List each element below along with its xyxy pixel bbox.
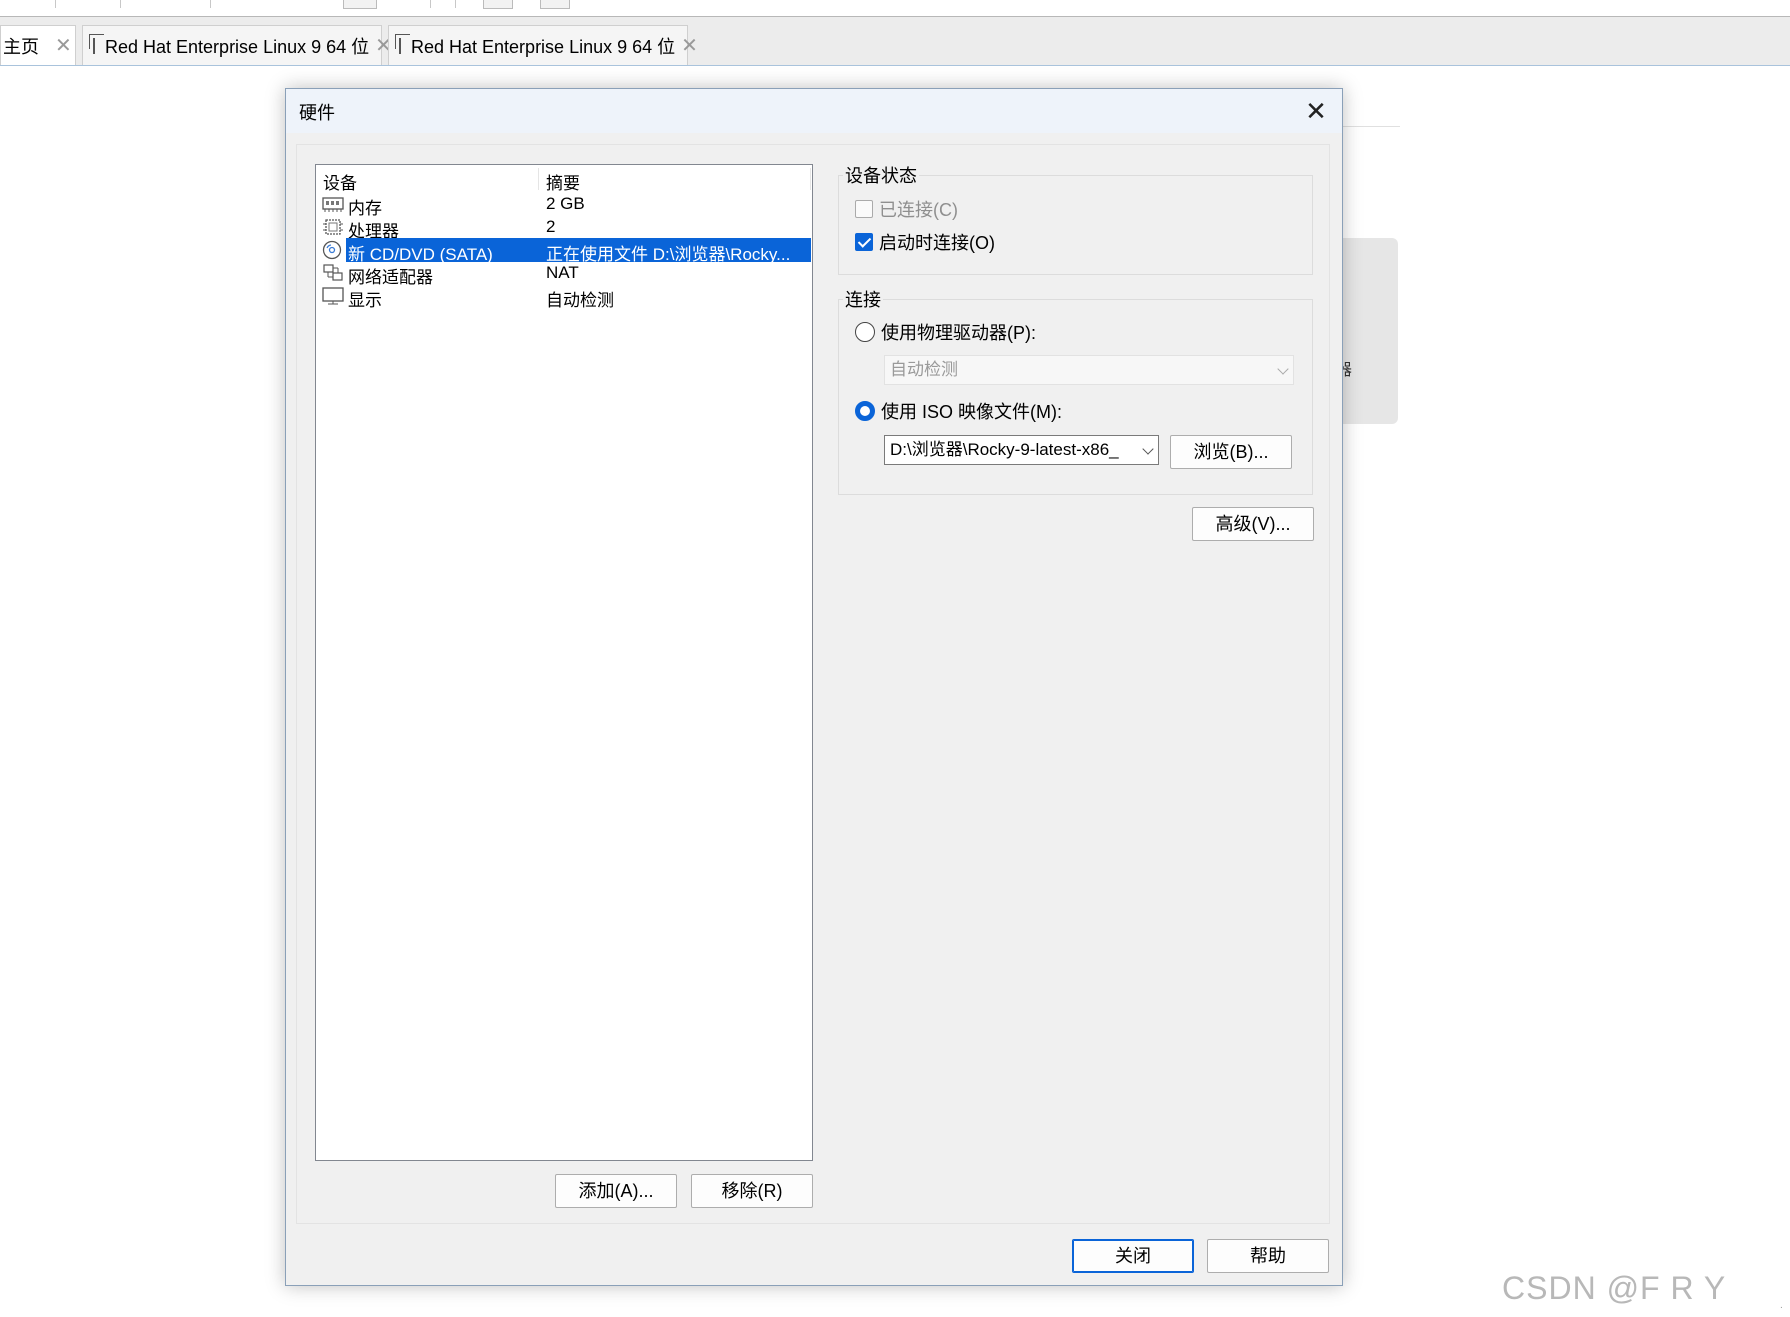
column-divider[interactable] — [810, 168, 811, 190]
display-icon — [322, 287, 344, 305]
chevron-down-icon[interactable] — [1142, 443, 1154, 455]
vm-tab-icon — [395, 33, 410, 54]
close-button[interactable]: 关闭 — [1072, 1239, 1194, 1273]
toolbar-separator — [55, 0, 56, 8]
connect-at-power-on-label: 启动时连接(O) — [879, 233, 995, 253]
dialog-close-icon[interactable]: ✕ — [1300, 95, 1332, 127]
iso-image-radio[interactable]: 使用 ISO 映像文件(M): — [855, 398, 1062, 424]
tab-label: 主页 — [3, 36, 39, 57]
remove-device-button[interactable]: 移除(R) — [691, 1174, 813, 1208]
tab-close-icon[interactable]: ✕ — [681, 33, 698, 58]
tab-label: Red Hat Enterprise Linux 9 64 位 — [411, 36, 676, 57]
device-summary: 2 GB — [546, 194, 585, 213]
dialog-titlebar: 硬件 ✕ — [286, 89, 1342, 133]
device-row-processor[interactable]: 处理器 2 — [318, 215, 810, 241]
network-adapter-icon — [323, 264, 343, 281]
radio-circle[interactable] — [855, 322, 875, 342]
column-header-device[interactable]: 设备 — [323, 169, 357, 194]
device-summary: 2 — [546, 217, 556, 236]
toolbar-separator — [430, 0, 431, 8]
connection-title: 连接 — [843, 286, 883, 312]
cpu-icon — [323, 219, 343, 235]
tab-vm-1[interactable]: Red Hat Enterprise Linux 9 64 位 ✕ — [82, 25, 392, 65]
physical-drive-select[interactable]: 自动检测 — [884, 355, 1294, 385]
device-row-display[interactable]: 显示 自动检测 — [318, 284, 810, 310]
add-device-button[interactable]: 添加(A)... — [555, 1174, 677, 1208]
device-row-network-adapter[interactable]: 网络适配器 NAT — [318, 261, 810, 287]
toolbar-separator — [210, 0, 211, 8]
iso-path-combobox[interactable]: D:\浏览器\Rocky-9-latest-x86_ — [884, 435, 1159, 465]
watermark: CSDN @F R Y — [1502, 1270, 1727, 1306]
physical-drive-select-value: 自动检测 — [890, 360, 958, 379]
browse-button[interactable]: 浏览(B)... — [1170, 435, 1292, 469]
tab-home[interactable]: 主页 ✕ — [0, 25, 76, 65]
cd-dvd-icon — [322, 240, 342, 260]
iso-path-value: D:\浏览器\Rocky-9-latest-x86_ — [890, 440, 1119, 459]
toolbar-separator — [120, 0, 121, 8]
advanced-button[interactable]: 高级(V)... — [1192, 507, 1314, 541]
chevron-down-icon — [1277, 363, 1289, 375]
vm-tab-icon — [89, 33, 104, 54]
device-row-memory[interactable]: 内存 2 GB — [318, 192, 810, 218]
tab-vm-2[interactable]: Red Hat Enterprise Linux 9 64 位 ✕ — [388, 25, 698, 65]
toolbar-button[interactable] — [343, 0, 377, 9]
toolbar-button[interactable] — [483, 0, 513, 9]
tab-close-icon[interactable]: ✕ — [55, 33, 72, 58]
column-header-summary[interactable]: 摘要 — [546, 169, 580, 194]
radio-circle[interactable] — [855, 401, 875, 421]
physical-drive-label: 使用物理驱动器(P): — [881, 323, 1036, 343]
dialog-title: 硬件 — [299, 103, 335, 123]
column-divider[interactable] — [538, 168, 539, 190]
checkbox-box[interactable] — [855, 233, 873, 251]
tab-label: Red Hat Enterprise Linux 9 64 位 — [105, 36, 370, 57]
checkbox-box[interactable] — [855, 200, 873, 218]
tab-bar: 主页 ✕ Red Hat Enterprise Linux 9 64 位 ✕ R… — [0, 17, 1790, 66]
memory-icon — [322, 197, 344, 212]
connected-label: 已连接(C) — [879, 200, 958, 220]
help-button[interactable]: 帮助 — [1207, 1239, 1329, 1273]
device-list[interactable]: 设备 摘要 内存 2 GB 处理器 2 新 CD/DVD (SATA) 正在使用… — [315, 164, 813, 1161]
toolbar-separator — [455, 0, 456, 8]
device-summary: NAT — [546, 263, 579, 282]
connected-checkbox[interactable]: 已连接(C) — [855, 196, 958, 222]
device-status-title: 设备状态 — [843, 162, 919, 188]
corner-mark: . — [1780, 1300, 1783, 1311]
physical-drive-radio[interactable]: 使用物理驱动器(P): — [855, 319, 1036, 345]
connect-at-power-on-checkbox[interactable]: 启动时连接(O) — [855, 229, 995, 255]
device-summary: 自动检测 — [546, 291, 614, 310]
app-toolbar — [0, 0, 1790, 17]
device-status-group — [838, 175, 1313, 275]
device-name: 显示 — [348, 291, 382, 310]
device-row-cd-dvd[interactable]: 新 CD/DVD (SATA) 正在使用文件 D:\浏览器\Rocky... — [318, 238, 811, 264]
device-list-header: 设备 摘要 — [316, 165, 812, 194]
iso-image-label: 使用 ISO 映像文件(M): — [881, 402, 1062, 422]
toolbar-button[interactable] — [540, 0, 570, 9]
hardware-dialog: 硬件 ✕ 设备 摘要 内存 2 GB 处理器 2 新 CD/DVD (SATA)… — [285, 88, 1343, 1286]
background-divider — [1340, 126, 1400, 127]
